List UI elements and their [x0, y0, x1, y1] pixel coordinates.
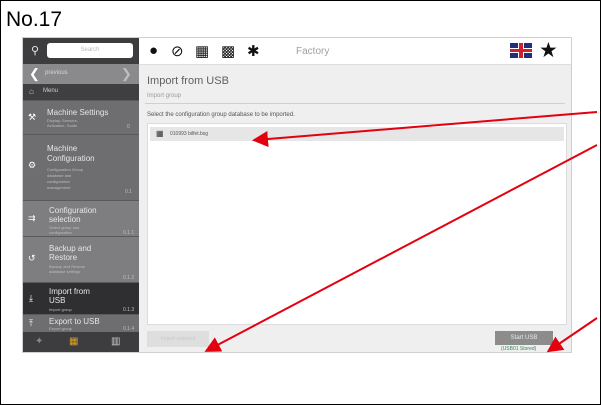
divider: [145, 103, 565, 104]
sidebar-item-number: 0.1.2: [123, 275, 135, 281]
prev-nav: ❮ previous ❯: [23, 64, 139, 84]
select-icon: ⇉: [28, 213, 36, 223]
page-subtitle: Import group: [147, 93, 182, 99]
sidebar-item-number: 0: [127, 124, 130, 130]
start-usb-button[interactable]: Start USB: [495, 331, 553, 345]
chevron-left-icon[interactable]: ❮: [29, 66, 40, 82]
sidebar-item-machine-configuration[interactable]: ⚙ Machine Configuration Configuration Gr…: [23, 134, 139, 200]
menu-bar[interactable]: ⌂ Menu: [23, 84, 139, 100]
file-list: ▦ 010993 bilfet.bsg: [147, 123, 567, 325]
sidebar-item-title: selection: [49, 215, 81, 224]
sidebar-item-title: Configuration: [47, 154, 95, 163]
no-entry-icon[interactable]: ⊘: [171, 42, 184, 60]
favorite-star-icon[interactable]: ★: [539, 38, 558, 63]
breadcrumb[interactable]: Factory: [296, 46, 329, 57]
usb-status-note: (USB01 Stored): [501, 346, 537, 352]
settings-icon[interactable]: ✱: [247, 42, 260, 60]
pin-icon[interactable]: ✦: [35, 336, 43, 347]
sidebar-item-desc: Activation, Guide: [47, 123, 78, 128]
instruction-text: Select the configuration group database …: [147, 112, 295, 118]
search-input[interactable]: Search: [47, 43, 133, 58]
keypad-icon[interactable]: ▥: [111, 336, 120, 347]
monitor-icon[interactable]: ▩: [221, 42, 235, 60]
page-title: Import from USB: [147, 75, 229, 87]
gear-icon: ⚙: [28, 160, 37, 170]
list-item[interactable]: ▦ 010993 bilfet.bsg: [150, 127, 564, 141]
sidebar-item-desc: database and: [47, 173, 72, 178]
sidebar-item-title: Configuration: [49, 206, 97, 215]
sidebar: ⚲ Search ❮ previous ❯ ⌂ Menu ⚒ Machine S…: [23, 38, 139, 352]
export-icon: ⤒: [29, 318, 33, 328]
sidebar-item-title: Machine Settings: [47, 108, 109, 117]
sidebar-item-title: Restore: [49, 253, 78, 262]
sidebar-item-title: Export to USB: [49, 317, 100, 326]
wrench-icon: ⚒: [28, 112, 37, 122]
file-name: 010993 bilfet.bsg: [170, 131, 209, 137]
sidebar-item-title: USB: [49, 296, 66, 305]
sidebar-item-configuration-selection[interactable]: ⇉ Configuration selection Select group a…: [23, 200, 139, 236]
import-selected-button[interactable]: Import selected: [147, 331, 209, 347]
language-flag-icon[interactable]: [510, 43, 532, 58]
prev-label[interactable]: previous: [45, 70, 68, 76]
sidebar-bottom-bar: ✦ ▦ ▥: [23, 332, 139, 352]
slide-number: No.17: [6, 8, 63, 31]
top-toolbar: ● ⊘ ▦ ▩ ✱ Factory ★: [139, 38, 571, 65]
sidebar-item-desc: Import group: [49, 307, 72, 312]
app-screen: ⚲ Search ❮ previous ❯ ⌂ Menu ⚒ Machine S…: [22, 37, 572, 353]
sidebar-item-backup-restore[interactable]: ↺ Backup and Restore Backup and Restore …: [23, 236, 139, 282]
sidebar-item-desc: Configuration Group: [47, 167, 84, 172]
chevron-right-icon[interactable]: ❯: [121, 66, 132, 82]
search-icon[interactable]: ⚲: [31, 44, 39, 57]
grid-flag-icon[interactable]: ▦: [69, 336, 78, 347]
sidebar-item-title: Backup and: [49, 244, 92, 253]
sidebar-item-desc: configuration: [47, 179, 70, 184]
sidebar-item-import-usb[interactable]: ⤓ Import from USB Import group 0.1.3: [23, 282, 139, 314]
sidebar-item-title: Import from: [49, 287, 90, 296]
sidebar-item-number: 0.1.3: [123, 307, 135, 313]
sidebar-item-title: Machine: [47, 144, 78, 153]
pages-icon[interactable]: ▦: [195, 42, 209, 60]
backup-icon: ↺: [28, 253, 36, 263]
drop-icon[interactable]: ●: [149, 42, 158, 59]
home-icon: ⌂: [29, 87, 34, 96]
sidebar-item-machine-settings[interactable]: ⚒ Machine Settings Display, Sensors, Act…: [23, 100, 139, 134]
sidebar-item-desc: configuration: [49, 230, 72, 235]
sidebar-item-desc: management: [47, 185, 71, 190]
sidebar-item-desc: database settings: [49, 269, 81, 274]
file-icon: ▦: [156, 129, 164, 138]
search-bar: ⚲ Search: [23, 38, 139, 64]
import-icon: ⤓: [29, 293, 33, 303]
sidebar-item-export-usb[interactable]: ⤒ Export to USB Export group 0.1.4: [23, 314, 139, 332]
menu-label: Menu: [43, 88, 59, 94]
main-content: Import from USB Import group Select the …: [139, 65, 571, 352]
sidebar-item-desc: Export group: [49, 326, 72, 331]
sidebar-item-number: 0.1: [125, 189, 132, 195]
